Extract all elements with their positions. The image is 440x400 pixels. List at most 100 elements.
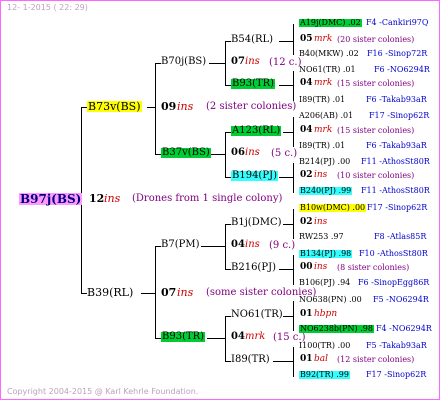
g4-trail: F16 -Sinop72R xyxy=(367,49,428,58)
tree-line xyxy=(201,246,225,247)
ub-p1-name: A123(RL) xyxy=(231,125,282,136)
tree-line xyxy=(147,107,155,108)
ua-p1-gen: 05 xyxy=(300,34,313,44)
ub-p1-note: (15 sister colonies) xyxy=(337,126,415,135)
g4-name: B40(MKW) .02 xyxy=(299,49,359,58)
ua-p2-gen: 04 xyxy=(300,78,313,88)
tree-line xyxy=(293,71,294,101)
date-header: 12- 1-2015 ( 22: 29) xyxy=(7,3,88,12)
g4-name: B214(PJ) .00 xyxy=(299,157,351,166)
g4-trail: F10 -AthosSt80R xyxy=(359,249,428,258)
sire-lower: B39(RL) xyxy=(87,286,134,299)
g4-trail: F5 -Takab93aR xyxy=(366,341,427,350)
g4-trail: F4 -NO6294R xyxy=(376,324,432,333)
lower-a-name: B7(PM) xyxy=(161,239,200,250)
g4-trail: F6 -NO6294R xyxy=(374,65,430,74)
tree-line xyxy=(155,63,156,155)
tree-line xyxy=(279,269,293,270)
la-p2-ins: ins xyxy=(314,262,328,272)
lb-p1-gen: 01 xyxy=(300,309,313,319)
tree-line xyxy=(293,255,294,285)
ub-p2-gen: 02 xyxy=(300,170,313,180)
g4-trail: F11 -AthosSt80R xyxy=(361,186,430,195)
tree-line xyxy=(155,246,156,339)
g4-name: A19j(DMC) .02 xyxy=(299,18,362,27)
la-p2-name: B216(PJ) xyxy=(231,262,276,273)
upper-gen: 09 xyxy=(161,100,177,113)
root-note: (Drones from 1 single colony) xyxy=(132,193,283,204)
g4-name: NO61(TR) .01 xyxy=(299,65,356,74)
la-p2-gen: 00 xyxy=(300,262,313,272)
tree-line xyxy=(293,163,294,193)
lower-b-name: B93(TR) xyxy=(161,331,206,342)
upper-a-note: (12 c.) xyxy=(269,57,302,68)
g4-trail: F6 -Takab93aR xyxy=(366,141,427,150)
la-p1-name: B1j(DMC) xyxy=(231,217,282,228)
ua-p1-mrk: mrk xyxy=(314,34,333,44)
ua-p2-note: (15 sister colonies) xyxy=(337,79,415,88)
tree-line xyxy=(293,209,294,239)
tree-line xyxy=(293,347,294,377)
g4-name: NO638(PN) .00 xyxy=(299,295,362,304)
upper-ins: ins xyxy=(177,100,194,113)
upper-a-ins: ins xyxy=(245,56,260,67)
upper-a-gen: 07 xyxy=(231,56,245,67)
lower-b-mrk: mrk xyxy=(245,331,266,342)
lower-gen: 07 xyxy=(161,286,177,299)
tree-line xyxy=(293,24,294,55)
lower-ins: ins xyxy=(177,286,194,299)
ua-p2-name: B93(TR) xyxy=(231,78,276,89)
g4-name: I89(TR) .01 xyxy=(299,141,346,150)
la-p1-gen: 02 xyxy=(300,217,313,227)
tree-line xyxy=(225,132,226,178)
ub-p2-ins: ins xyxy=(314,170,328,180)
upper-b-gen: 06 xyxy=(231,147,245,158)
la-p1-ins: ins xyxy=(314,217,328,227)
g4-trail: F4 -Cankiri97Q xyxy=(366,18,429,27)
tree-line xyxy=(273,361,293,362)
g4-trail: F17 -Sinop62R xyxy=(366,370,427,379)
sire-upper: B73v(BS) xyxy=(87,100,142,113)
tree-line xyxy=(293,301,294,331)
ub-p1-gen: 04 xyxy=(300,125,313,135)
tree-line xyxy=(293,117,294,147)
upper-b-name: B37v(BS) xyxy=(161,147,211,158)
tree-line xyxy=(207,338,225,339)
upper-a-name: B70j(BS) xyxy=(161,56,207,67)
g4-name: NO6238b(PN) .98 xyxy=(299,324,374,333)
root-ins: ins xyxy=(104,192,121,205)
root-gen: 12 xyxy=(89,192,105,205)
lower-a-ins: ins xyxy=(245,239,260,250)
lb-p1-name: NO61(TR) xyxy=(231,309,283,320)
lb-p2-name: I89(TR) xyxy=(231,354,270,365)
tree-line xyxy=(225,316,226,362)
g4-name: B240(PJ) .99 xyxy=(299,186,353,195)
lower-b-gen: 04 xyxy=(231,331,245,342)
ua-p1-name: B54(RL) xyxy=(231,34,274,45)
tree-line xyxy=(283,132,293,133)
lb-p2-gen: 01 xyxy=(300,354,313,364)
lower-a-gen: 04 xyxy=(231,239,245,250)
tree-line xyxy=(279,41,293,42)
pedigree-canvas: 12- 1-2015 ( 22: 29) B97j(BS) 12 ins (Dr… xyxy=(0,0,440,400)
tree-line xyxy=(283,316,293,317)
g4-trail: F11 -AthosSt80R xyxy=(361,157,430,166)
ua-p2-mrk: mrk xyxy=(314,78,333,88)
ub-p2-name: B194(PJ) xyxy=(231,170,278,181)
copyright-footer: Copyright 2004-2015 @ Karl Kehrle Founda… xyxy=(7,387,199,396)
g4-trail: F8 -Atlas85R xyxy=(374,232,427,241)
g4-name: RW253 .97 xyxy=(299,232,344,241)
g4-trail: F17 -Sinop62R xyxy=(367,203,428,212)
tree-line xyxy=(279,177,293,178)
upper-b-note: (5 c.) xyxy=(271,148,298,159)
lower-a-note: (9 c.) xyxy=(269,240,296,251)
g4-trail: F6 -SinopEgg86R xyxy=(358,278,430,287)
upper-note: (2 sister colonies) xyxy=(206,101,297,112)
root-queen: B97j(BS) xyxy=(19,192,83,206)
g4-name: B106(PJ) .94 xyxy=(299,278,351,287)
g4-name: I100(TR) .00 xyxy=(299,341,351,350)
g4-trail: F5 -NO6294R xyxy=(373,295,429,304)
tree-line xyxy=(279,85,293,86)
ub-p1-mrk: mrk xyxy=(314,125,333,135)
ub-p2-note: (10 sister colonies) xyxy=(337,171,415,180)
